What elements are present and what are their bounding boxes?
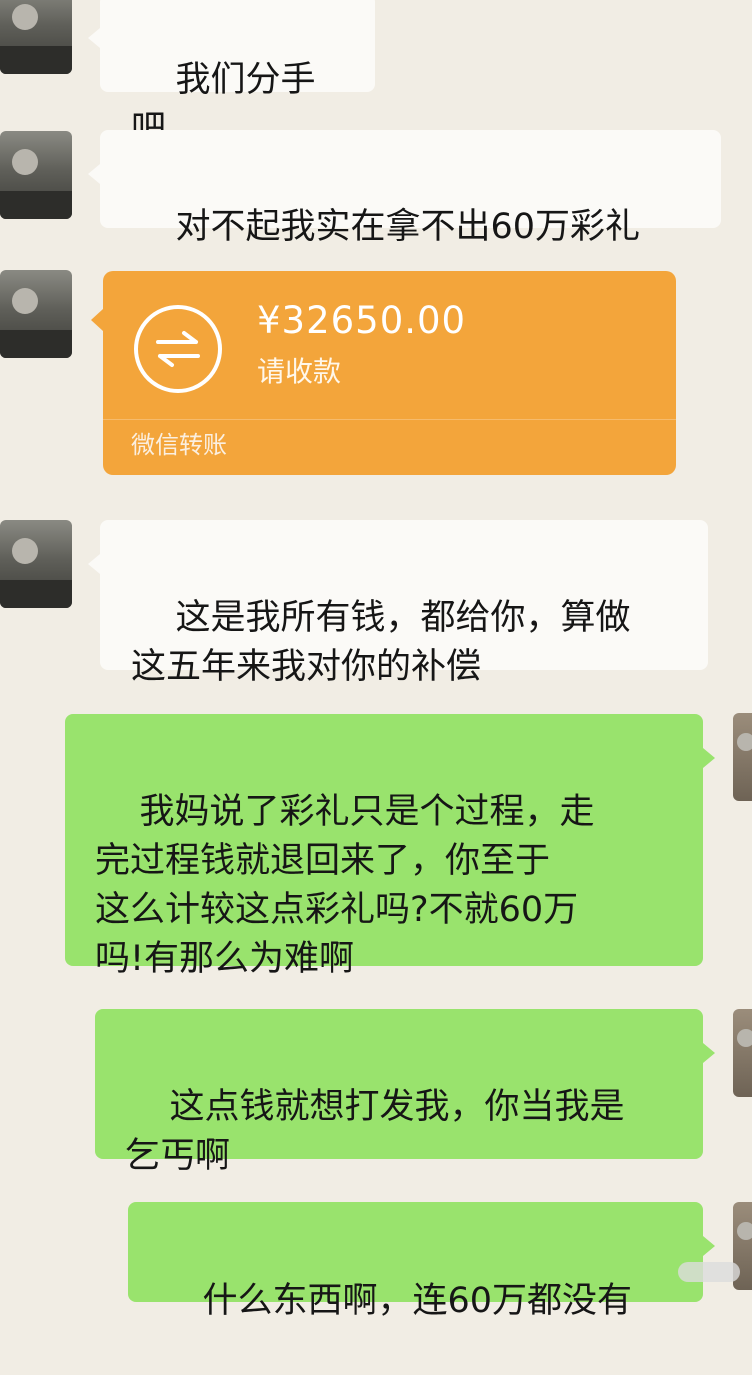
message-bubble-left[interactable]: 我们分手吧 xyxy=(88,0,375,149)
user-avatar[interactable] xyxy=(733,713,752,801)
message-bubble-right[interactable]: 我妈说了彩礼只是个过程，走 完过程钱就退回来了，你至于 这么计较这点彩礼吗?不就… xyxy=(65,714,715,979)
contact-avatar[interactable] xyxy=(0,270,72,358)
transfer-arrows-icon xyxy=(134,305,222,393)
contact-avatar[interactable] xyxy=(0,0,72,74)
message-bubble-left[interactable]: 这是我所有钱，都给你，算做 这五年来我对你的补偿 xyxy=(88,520,708,687)
watermark-badge xyxy=(678,1262,740,1282)
avatar-head xyxy=(12,149,38,175)
transfer-amount: ¥32650.00 xyxy=(257,299,467,342)
avatar-head xyxy=(737,1222,752,1240)
message-bubble-left[interactable]: 对不起我实在拿不出60万彩礼 xyxy=(88,130,721,247)
chat-conversation: 我们分手吧 对不起我实在拿不出60万彩礼 ¥32650.00 请收款 微信转账 … xyxy=(0,0,752,1321)
avatar-head xyxy=(12,538,38,564)
transfer-arrows-icon-svg xyxy=(156,331,200,367)
message-text: 什么东西啊，连60万都没有 xyxy=(202,1281,633,1321)
transfer-footer-label: 微信转账 xyxy=(131,431,227,459)
avatar-head xyxy=(737,733,752,751)
transfer-footer: 微信转账 xyxy=(103,419,676,475)
avatar-body xyxy=(0,330,72,358)
contact-avatar[interactable] xyxy=(0,131,72,219)
message-bubble-right[interactable]: 这点钱就想打发我，你当我是 乞丐啊 xyxy=(95,1009,715,1176)
transfer-card[interactable]: ¥32650.00 请收款 微信转账 xyxy=(91,271,676,475)
user-avatar[interactable] xyxy=(733,1009,752,1097)
contact-avatar[interactable] xyxy=(0,520,72,608)
avatar-body xyxy=(0,46,72,74)
avatar-head xyxy=(12,4,38,30)
message-bubble-right[interactable]: 什么东西啊，连60万都没有 xyxy=(128,1202,715,1321)
message-text: 对不起我实在拿不出60万彩礼 xyxy=(175,207,641,247)
message-text: 这点钱就想打发我，你当我是 乞丐啊 xyxy=(125,1087,625,1176)
transfer-status: 请收款 xyxy=(257,355,342,388)
message-text: 我妈说了彩礼只是个过程，走 完过程钱就退回来了，你至于 这么计较这点彩礼吗?不就… xyxy=(95,792,595,979)
message-text: 这是我所有钱，都给你，算做 这五年来我对你的补偿 xyxy=(131,598,631,687)
avatar-head xyxy=(737,1029,752,1047)
avatar-body xyxy=(0,580,72,608)
avatar-body xyxy=(0,191,72,219)
avatar-head xyxy=(12,288,38,314)
